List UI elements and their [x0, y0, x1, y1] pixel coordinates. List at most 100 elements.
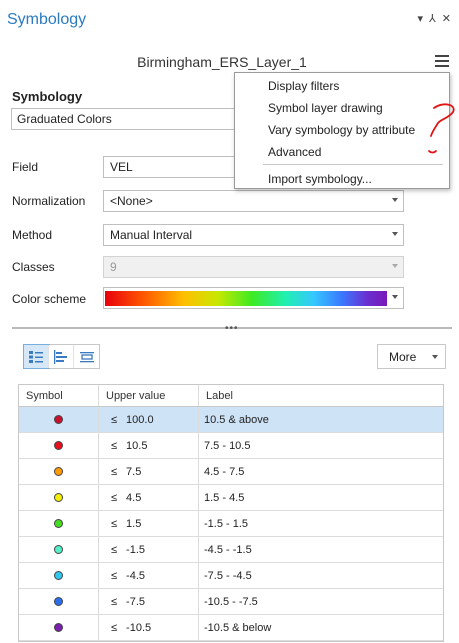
color-ramp-swatch[interactable]: [105, 291, 387, 306]
auto-hide-pin-icon[interactable]: ⅄: [429, 12, 436, 25]
method-value: Manual Interval: [110, 228, 193, 242]
table-row[interactable]: ≤7.5 4.5 - 7.5: [19, 459, 443, 485]
normalization-dropdown[interactable]: <None>: [103, 190, 404, 212]
view-toggle-group: [23, 344, 100, 369]
label-cell[interactable]: -10.5 & below: [199, 615, 443, 640]
upper-value-cell[interactable]: ≤ -7.5: [99, 589, 199, 614]
table-row[interactable]: ≤ -1.5 -4.5 - -1.5: [19, 537, 443, 563]
upper-value-cell[interactable]: ≤100.0: [99, 407, 199, 432]
label-cell[interactable]: -4.5 - -1.5: [199, 537, 443, 562]
menu-item-display-filters[interactable]: Display filters: [268, 79, 339, 93]
symbol-swatch[interactable]: [54, 467, 63, 476]
menu-item-import-symbology[interactable]: Import symbology...: [268, 172, 372, 186]
table-row[interactable]: ≤1.5 -1.5 - 1.5: [19, 511, 443, 537]
less-equal-sign: ≤: [111, 517, 118, 530]
label-cell[interactable]: 7.5 - 10.5: [199, 433, 443, 458]
symbol-cell[interactable]: [19, 589, 99, 614]
layer-name: Birmingham_ERS_Layer_1: [137, 54, 307, 70]
upper-value: 10.5: [126, 439, 148, 452]
table-row[interactable]: ≤4.5 1.5 - 4.5: [19, 485, 443, 511]
symbol-swatch[interactable]: [54, 493, 63, 502]
method-dropdown[interactable]: Manual Interval: [103, 224, 404, 246]
chevron-down-icon: [392, 264, 398, 268]
label-cell[interactable]: 10.5 & above: [199, 407, 443, 432]
upper-value: 1.5: [126, 517, 142, 530]
upper-value-cell[interactable]: ≤10.5: [99, 433, 199, 458]
label-cell[interactable]: -10.5 - -7.5: [199, 589, 443, 614]
pane-title: Symbology: [7, 11, 87, 28]
symbol-swatch[interactable]: [54, 571, 63, 580]
less-equal-sign: ≤: [111, 491, 118, 504]
pane-controls: ▾ ⅄ ✕: [418, 12, 451, 25]
chevron-down-icon: [392, 232, 398, 236]
less-equal-sign: ≤: [111, 595, 118, 608]
symbology-options-menu: Display filters Symbol layer drawing Var…: [234, 72, 450, 189]
method-label: Method: [12, 228, 53, 242]
less-equal-sign: ≤: [111, 439, 118, 452]
upper-value-cell[interactable]: ≤ -10.5: [99, 615, 199, 640]
symbol-cell[interactable]: [19, 537, 99, 562]
upper-value: -10.5: [126, 621, 152, 634]
red-question-mark-annotation: [428, 103, 455, 154]
classes-label: Classes: [12, 260, 55, 274]
splitter-grip-icon[interactable]: •••: [225, 323, 239, 334]
label-cell[interactable]: -7.5 - -4.5: [199, 563, 443, 588]
scale-range-icon: [79, 351, 94, 362]
less-equal-sign: ≤: [111, 543, 118, 556]
symbol-swatch[interactable]: [54, 623, 63, 632]
label-cell[interactable]: 4.5 - 7.5: [199, 459, 443, 484]
upper-value-column-header[interactable]: Upper value: [99, 385, 199, 406]
symbol-swatch[interactable]: [54, 415, 63, 424]
table-row[interactable]: ≤ -7.5 -10.5 - -7.5: [19, 589, 443, 615]
histogram-icon: [54, 349, 67, 364]
upper-value-cell[interactable]: ≤7.5: [99, 459, 199, 484]
classes-value: 9: [110, 260, 117, 274]
symbol-swatch[interactable]: [54, 519, 63, 528]
upper-value: 100.0: [126, 413, 154, 426]
renderer-dropdown[interactable]: Graduated Colors: [11, 108, 237, 130]
classes-spinner: 9: [103, 256, 404, 278]
menu-separator: [263, 164, 443, 165]
symbol-cell[interactable]: [19, 407, 99, 432]
table-row[interactable]: ≤10.5 7.5 - 10.5: [19, 433, 443, 459]
less-equal-sign: ≤: [111, 569, 118, 582]
scales-view-button[interactable]: [74, 345, 99, 368]
label-column-header[interactable]: Label: [199, 385, 443, 406]
upper-value: -7.5: [126, 595, 146, 608]
close-icon[interactable]: ✕: [442, 12, 451, 25]
list-view-icon: [29, 350, 43, 363]
hamburger-menu-icon[interactable]: [435, 55, 449, 67]
table-row[interactable]: ≤ -4.5 -7.5 - -4.5: [19, 563, 443, 589]
field-value: VEL: [110, 160, 133, 174]
upper-value-cell[interactable]: ≤4.5: [99, 485, 199, 510]
pane-options-icon[interactable]: ▾: [418, 12, 424, 25]
less-equal-sign: ≤: [111, 621, 118, 634]
symbol-swatch[interactable]: [54, 441, 63, 450]
chevron-down-icon: [392, 198, 398, 202]
symbol-cell[interactable]: [19, 485, 99, 510]
table-row[interactable]: ≤100.0 10.5 & above: [19, 407, 443, 433]
menu-item-symbol-layer-drawing[interactable]: Symbol layer drawing: [268, 101, 383, 115]
symbol-cell[interactable]: [19, 459, 99, 484]
symbol-swatch[interactable]: [54, 545, 63, 554]
upper-value-cell[interactable]: ≤1.5: [99, 511, 199, 536]
upper-value-cell[interactable]: ≤ -4.5: [99, 563, 199, 588]
renderer-value: Graduated Colors: [17, 112, 112, 126]
symbol-cell[interactable]: [19, 563, 99, 588]
symbol-swatch[interactable]: [54, 597, 63, 606]
menu-item-vary-symbology[interactable]: Vary symbology by attribute: [268, 123, 415, 137]
upper-value-cell[interactable]: ≤ -1.5: [99, 537, 199, 562]
classes-table: Symbol Upper value Label ≤100.0 10.5 & ab…: [18, 384, 444, 642]
table-row[interactable]: ≤ -10.5 -10.5 & below: [19, 615, 443, 641]
more-button[interactable]: More: [377, 344, 446, 369]
histogram-view-button[interactable]: [49, 345, 74, 368]
symbol-cell[interactable]: [19, 615, 99, 640]
symbol-cell[interactable]: [19, 433, 99, 458]
label-cell[interactable]: 1.5 - 4.5: [199, 485, 443, 510]
classes-view-button[interactable]: [23, 344, 50, 369]
label-cell[interactable]: -1.5 - 1.5: [199, 511, 443, 536]
symbol-cell[interactable]: [19, 511, 99, 536]
symbol-column-header[interactable]: Symbol: [19, 385, 99, 406]
upper-value: 4.5: [126, 491, 142, 504]
menu-item-advanced[interactable]: Advanced: [268, 145, 321, 159]
